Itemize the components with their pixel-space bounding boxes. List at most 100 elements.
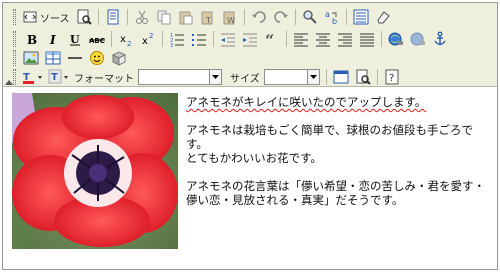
superscript-button[interactable]: x2 <box>137 29 159 49</box>
text-color-button[interactable]: T <box>20 67 46 87</box>
paste-text-icon: T <box>201 11 212 25</box>
align-right-icon <box>338 33 352 47</box>
paste-word-icon: W <box>223 11 235 25</box>
special-char-icon <box>111 51 127 66</box>
strikethrough-icon: ABC <box>89 37 105 45</box>
bold-button[interactable]: B <box>20 29 42 49</box>
svg-text:T: T <box>51 72 58 83</box>
editor-toolbar: ソース T W ab B I U ABC x 2 x 2 1 2 3 “ T T… <box>3 3 497 87</box>
source-button[interactable]: ソース <box>20 7 73 27</box>
anchor-icon <box>434 31 446 46</box>
table-button[interactable] <box>42 48 64 68</box>
select-all-button[interactable] <box>350 7 372 27</box>
paste-button[interactable] <box>175 7 197 27</box>
image-button[interactable] <box>20 48 42 68</box>
anemone-photo <box>12 93 178 249</box>
link-button[interactable] <box>385 29 407 49</box>
preview-icon <box>77 9 92 25</box>
maximize-icon <box>333 70 349 84</box>
unlink-button[interactable] <box>407 29 429 49</box>
bg-color-button[interactable]: T <box>46 67 72 87</box>
special-char-button[interactable] <box>108 48 130 68</box>
align-center-button[interactable] <box>312 29 334 49</box>
find-button[interactable] <box>299 7 321 27</box>
svg-text:W: W <box>227 16 235 25</box>
underline-icon: U <box>70 33 80 46</box>
chevron-down-icon[interactable] <box>209 70 221 84</box>
align-center-icon <box>316 33 330 47</box>
svg-text:I: I <box>49 33 56 47</box>
font-format-label: フォーマット <box>74 73 134 85</box>
show-blocks-icon <box>356 69 371 85</box>
bullet-list-button[interactable] <box>188 29 210 49</box>
svg-text:2: 2 <box>127 40 131 47</box>
svg-text:U: U <box>70 33 80 46</box>
justify-button[interactable] <box>356 29 378 49</box>
strikethrough-button[interactable]: ABC <box>86 29 108 49</box>
align-left-button[interactable] <box>290 29 312 49</box>
justify-icon <box>360 33 374 47</box>
collapse-toolbar-icon[interactable] <box>5 80 13 85</box>
toolbar-grip[interactable] <box>13 50 16 66</box>
font-size-select[interactable] <box>263 69 320 85</box>
horizontal-rule-button[interactable] <box>64 48 86 68</box>
subscript-button[interactable]: x2 <box>115 29 137 49</box>
image-icon <box>23 51 39 65</box>
numbered-list-button[interactable]: 123 <box>166 29 188 49</box>
undo-button[interactable] <box>248 7 270 27</box>
cut-button[interactable] <box>131 7 153 27</box>
redo-button[interactable] <box>270 7 292 27</box>
chevron-down-icon[interactable] <box>306 70 319 84</box>
template-button[interactable] <box>102 7 124 27</box>
paste-text-button[interactable]: T <box>197 7 219 27</box>
text-color-icon: T <box>23 72 42 84</box>
bg-color-icon: T <box>48 69 68 84</box>
toolbar-row-4: T T フォーマット サイズ ? <box>13 67 403 87</box>
font-format-select[interactable] <box>138 69 222 85</box>
preview-button[interactable] <box>73 7 95 27</box>
content-line: アネモネの花言葉は「儚い希望・恋の苦しみ・君を愛す・ <box>186 179 485 193</box>
template-icon <box>107 9 118 25</box>
font-size-label: サイズ <box>230 73 260 85</box>
toolbar-grip[interactable] <box>13 31 16 47</box>
svg-text:3: 3 <box>170 43 173 47</box>
editor-content-area[interactable]: アネモネがキレイに咲いたのでアップします。 アネモネは栽培もごく簡単で、球根のお… <box>12 93 496 267</box>
editor-text: アネモネがキレイに咲いたのでアップします。 アネモネは栽培もごく簡単で、球根のお… <box>186 95 486 207</box>
smiley-icon <box>90 51 104 65</box>
replace-button[interactable]: ab <box>321 7 343 27</box>
anchor-button[interactable] <box>429 29 451 49</box>
font-size-value <box>265 70 307 84</box>
rich-text-editor: ソース T W ab B I U ABC x 2 x 2 1 2 3 “ T T… <box>2 2 498 270</box>
show-blocks-button[interactable] <box>352 67 374 87</box>
underline-button[interactable]: U <box>64 29 86 49</box>
indent-button[interactable] <box>239 29 261 49</box>
source-icon <box>23 11 37 23</box>
indent-icon <box>243 33 257 47</box>
toolbar-grip[interactable] <box>13 9 16 25</box>
maximize-button[interactable] <box>330 67 352 87</box>
svg-text:a: a <box>325 10 330 19</box>
svg-text:b: b <box>332 17 337 25</box>
paste-word-button[interactable]: W <box>219 7 241 27</box>
find-icon <box>302 10 317 24</box>
toolbar-grip[interactable] <box>13 69 16 85</box>
paste-icon <box>179 11 192 25</box>
smiley-button[interactable] <box>86 48 108 68</box>
horizontal-rule-icon <box>68 57 82 59</box>
select-all-icon <box>353 9 368 25</box>
svg-text:x: x <box>120 34 126 45</box>
blockquote-button[interactable]: “ <box>261 29 283 49</box>
remove-format-button[interactable] <box>372 7 394 27</box>
subscript-icon: x2 <box>120 34 131 47</box>
undo-icon <box>251 11 266 23</box>
about-button[interactable]: ? <box>381 67 403 87</box>
align-right-button[interactable] <box>334 29 356 49</box>
content-line: アネモネは栽培もごく簡単で、球根のお値段も手ごろで <box>186 123 474 137</box>
toolbar-row-2: B I U ABC x2 x2 123 “ <box>13 29 451 49</box>
italic-button[interactable]: I <box>42 29 64 49</box>
copy-button[interactable] <box>153 7 175 27</box>
outdent-button[interactable] <box>217 29 239 49</box>
redo-icon <box>273 11 288 23</box>
italic-icon: I <box>49 33 56 47</box>
svg-text:ABC: ABC <box>89 37 105 45</box>
